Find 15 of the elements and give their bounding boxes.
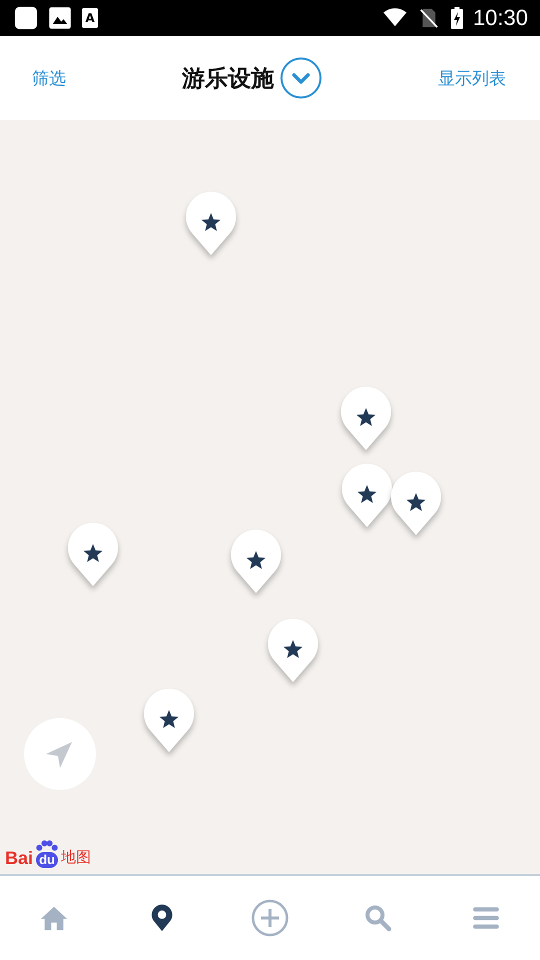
image-icon — [48, 6, 72, 30]
page-title: 游乐设施 — [182, 64, 274, 94]
wifi-icon — [382, 8, 407, 28]
notification-icon: A — [82, 8, 98, 28]
clock: 10:30 — [472, 5, 528, 31]
baidu-map-logo: Bai du 地图 — [5, 840, 92, 868]
dropdown-button[interactable] — [280, 57, 322, 99]
home-icon — [40, 904, 68, 932]
menu-icon — [472, 904, 500, 932]
notification-icon — [14, 6, 38, 30]
show-list-link[interactable]: 显示列表 — [438, 66, 506, 90]
search-icon — [364, 904, 392, 932]
map[interactable]: Bai du 地图 — [0, 120, 540, 874]
filter-link[interactable]: 筛选 — [32, 66, 66, 90]
add-icon — [251, 899, 289, 937]
